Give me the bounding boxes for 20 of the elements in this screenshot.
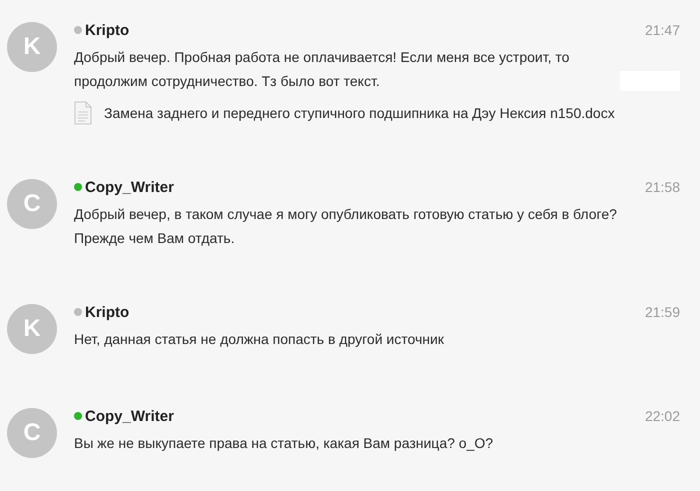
- avatar: C: [7, 179, 57, 229]
- attachment-link[interactable]: Замена заднего и переднего ступичного подшипника на Дэу Нексия n150.docx: [104, 105, 615, 121]
- message-text: продолжим сотрудничество. Тз было вот текст.: [74, 72, 381, 91]
- author-name[interactable]: Copy_Writer: [85, 408, 174, 424]
- author-name[interactable]: Copy_Writer: [85, 178, 174, 196]
- author-name[interactable]: Kripto: [85, 22, 130, 38]
- message-time: 21:59: [644, 304, 680, 320]
- message-time: 21:47: [644, 22, 680, 38]
- avatar: K: [7, 304, 57, 354]
- avatar: C: [7, 408, 57, 458]
- message-text: Добрый вечер. Пробная работа не оплачивается! Если меня все устроит, то: [74, 48, 570, 67]
- message-time: 21:58: [644, 179, 680, 195]
- document-icon: [74, 101, 92, 125]
- message-time: 22:02: [644, 408, 680, 424]
- message-text: Прежде чем Вам отдать.: [74, 229, 236, 248]
- message-text: Добрый вечер, в таком случае я могу опубликовать готовую статью у себя в блоге?: [74, 205, 618, 224]
- message-text: Нет, данная статья не должна попасть в другой источник: [74, 330, 445, 349]
- avatar: K: [7, 22, 57, 72]
- message-text: Вы же не выкупаете права на статью, какая Вам разница? о_О?: [74, 434, 494, 453]
- author-name[interactable]: Kripto: [85, 304, 130, 320]
